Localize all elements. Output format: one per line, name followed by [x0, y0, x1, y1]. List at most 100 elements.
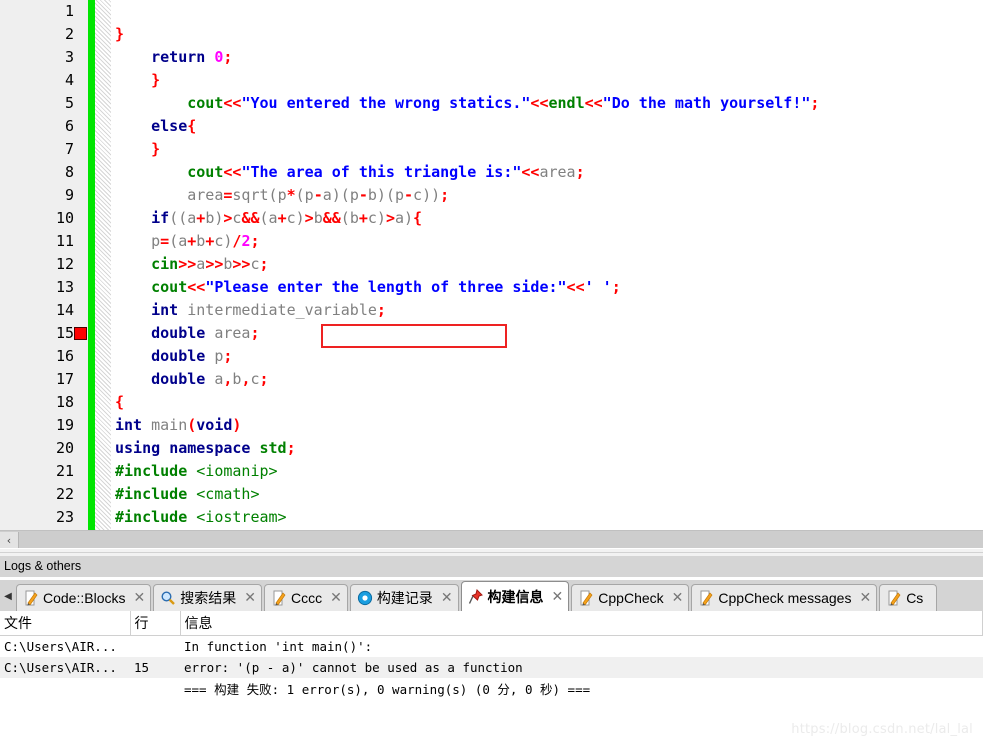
notepad-pencil-icon — [698, 590, 714, 606]
code-line[interactable]: int main(void) — [111, 414, 983, 437]
code-line[interactable]: #include <iomanip> — [111, 460, 983, 483]
code-token: cout — [187, 163, 224, 181]
source-editor[interactable]: 1 2 3 4 5 6 7 8 9 10 11 12 13 14 15 16 17 18 19 20 21 22 23 } … — [0, 0, 983, 530]
pushpin-icon — [468, 588, 484, 605]
code-token: ; — [223, 48, 233, 66]
code-line[interactable]: else{ — [111, 115, 983, 138]
column-header-message[interactable]: 信息 — [180, 611, 983, 636]
code-line[interactable]: #include <iostream> — [111, 506, 983, 529]
magnifier-icon — [160, 590, 176, 606]
code-line[interactable]: } — [111, 23, 983, 46]
code-line[interactable]: cin>>a>>b>>c; — [111, 253, 983, 276]
logs-tab-6[interactable]: CppCheck ✕ — [571, 584, 690, 611]
code-folding-margin[interactable] — [95, 0, 111, 530]
logs-panel-title: Logs & others — [0, 556, 983, 577]
message-file: C:\Users\AIR... — [0, 657, 130, 678]
code-line[interactable]: int intermediate_variable; — [111, 299, 983, 322]
logs-tab-7[interactable]: CppCheck messages ✕ — [691, 584, 878, 611]
table-row[interactable]: === 构建 失败: 1 error(s), 0 warning(s) (0 分… — [0, 678, 983, 699]
line-number: 15 — [55, 324, 74, 342]
code-line[interactable]: { — [111, 391, 983, 414]
code-text-area[interactable]: } return 0; } cout<<"You entered the wro… — [111, 0, 983, 530]
logs-tab-4[interactable]: 构建记录 ✕ — [349, 584, 459, 611]
code-token: else — [151, 117, 188, 135]
scroll-left-button[interactable]: ‹ — [0, 531, 19, 549]
logs-tab-3[interactable]: Cccc ✕ — [263, 584, 348, 611]
line-number: 13 — [55, 278, 74, 296]
code-token: cout — [151, 278, 188, 296]
message-file — [0, 678, 130, 699]
column-header-file[interactable]: 文件 — [0, 611, 131, 636]
code-token: c — [367, 209, 377, 227]
logs-tab-2[interactable]: 搜索结果 ✕ — [153, 584, 262, 611]
logs-tab-bar[interactable]: ◀ Code::Blocks ✕ 搜索结果 ✕ Cccc ✕ 构建记录 ✕ 构建信息 ✕ CppCh… — [0, 580, 983, 612]
code-line[interactable]: cout<<"Please enter the length of three … — [111, 276, 983, 299]
table-header-row: 文件 行 信息 — [0, 611, 983, 636]
code-token: + — [196, 209, 206, 227]
close-icon[interactable]: ✕ — [244, 590, 256, 606]
code-line[interactable]: double area; — [111, 322, 983, 345]
logs-tab-1[interactable]: Code::Blocks ✕ — [16, 584, 152, 611]
code-token: c — [413, 186, 423, 204]
code-line[interactable]: cout<<"You entered the wrong statics."<<… — [111, 92, 983, 115]
code-token: c — [286, 209, 296, 227]
breakpoint-marker-column[interactable] — [74, 0, 88, 530]
code-token: { — [187, 117, 197, 135]
message-file: C:\Users\AIR... — [4, 639, 117, 654]
code-line[interactable] — [111, 0, 983, 23]
code-token: + — [187, 232, 197, 250]
close-icon[interactable]: ✕ — [672, 590, 684, 606]
error-square-icon[interactable] — [74, 327, 87, 340]
table-row[interactable]: C:\Users\AIR... 15 error: '(p - a)' cannot… — [0, 657, 983, 678]
close-icon[interactable]: ✕ — [859, 590, 871, 606]
code-line[interactable]: if((a+b)>c&&(a+c)>b&&(b+c)>a){ — [111, 207, 983, 230]
code-line[interactable]: double p; — [111, 345, 983, 368]
code-token: ( — [385, 186, 395, 204]
code-line[interactable]: area=sqrt(p*(p-a)(p-b)(p-c)); — [111, 184, 983, 207]
code-line[interactable]: return 0; — [111, 46, 983, 69]
column-header-line[interactable]: 行 — [130, 611, 181, 636]
scrollbar-track[interactable] — [19, 531, 983, 549]
code-token: ( — [169, 209, 179, 227]
tab-scroll-left-icon[interactable]: ◀ — [0, 581, 16, 611]
code-line[interactable]: #include <cmath> — [111, 483, 983, 506]
code-token: << — [566, 278, 585, 296]
code-token: ; — [611, 278, 621, 296]
code-line[interactable]: p=(a+b+c)/2; — [111, 230, 983, 253]
close-icon[interactable]: ✕ — [552, 589, 564, 605]
code-line[interactable]: cout<<"The area of this triangle is:"<<a… — [111, 161, 983, 184]
notepad-pencil-icon — [578, 590, 594, 606]
code-token: "You entered the wrong statics." — [241, 94, 531, 112]
table-row[interactable]: C:\Users\AIR... In function 'int main()': — [0, 636, 983, 658]
code-token: ( — [268, 186, 278, 204]
notepad-pencil-icon — [271, 590, 287, 606]
code-line[interactable]: } — [111, 69, 983, 92]
code-token: double — [151, 370, 206, 388]
code-token: { — [413, 209, 423, 227]
build-messages-table: 文件 行 信息 C:\Users\AIR... In function 'int … — [0, 611, 983, 699]
line-number: 2 — [64, 25, 74, 43]
code-blocks-window: 1 2 3 4 5 6 7 8 9 10 11 12 13 14 15 16 17 18 19 20 21 22 23 } … — [0, 0, 983, 745]
line-number: 9 — [64, 186, 74, 204]
code-token: ) — [331, 186, 341, 204]
code-token: #include — [115, 508, 197, 526]
logs-tab-8[interactable]: Cs — [879, 584, 938, 611]
code-line[interactable]: } — [111, 138, 983, 161]
close-icon[interactable]: ✕ — [330, 590, 342, 606]
line-number: 22 — [55, 485, 74, 503]
tab-label: CppCheck messages — [718, 590, 852, 606]
code-line[interactable]: double a,b,c; — [111, 368, 983, 391]
code-line[interactable]: using namespace std; — [111, 437, 983, 460]
close-icon[interactable]: ✕ — [133, 590, 145, 606]
logs-tab-5[interactable]: 构建信息 ✕ — [460, 581, 570, 611]
editor-horizontal-scrollbar[interactable]: ‹ — [0, 530, 983, 549]
code-token: ( — [340, 186, 350, 204]
code-token: > — [385, 209, 395, 227]
close-icon[interactable]: ✕ — [441, 590, 453, 606]
line-number: 7 — [64, 140, 74, 158]
